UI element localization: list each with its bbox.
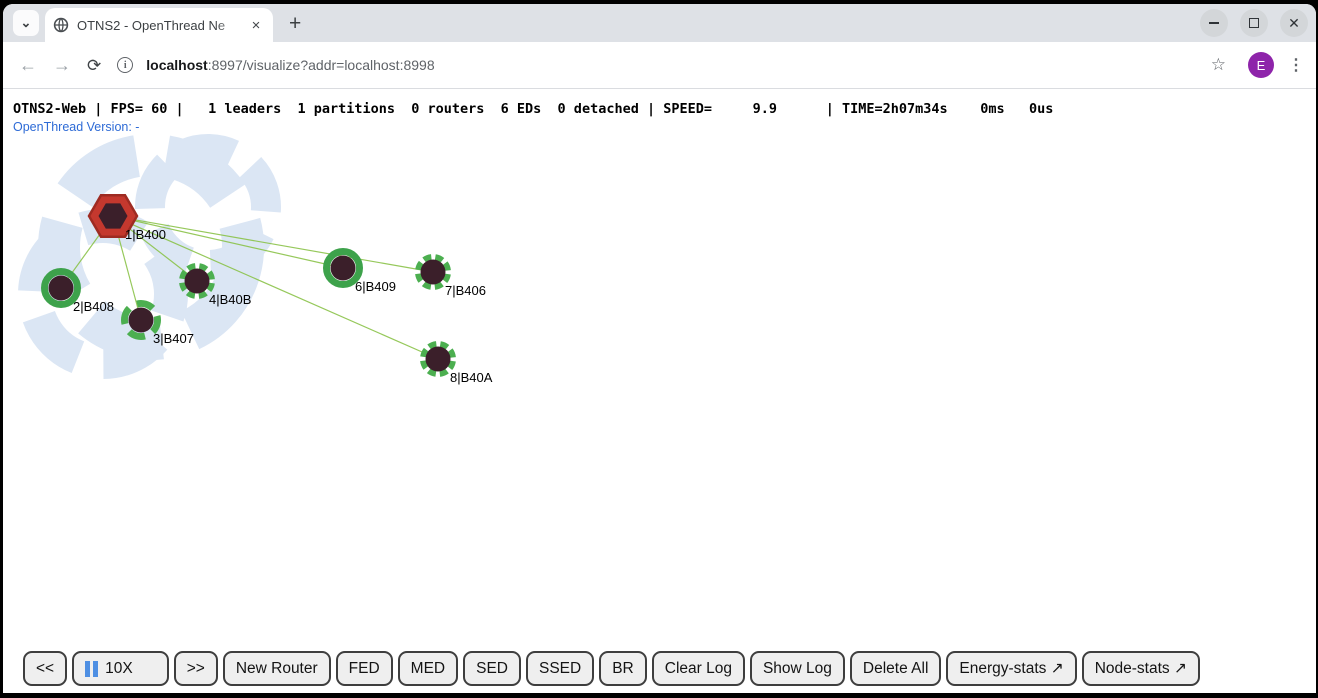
- speed-down-button[interactable]: <<: [23, 651, 67, 686]
- new-tab-button[interactable]: +: [289, 13, 301, 34]
- show-log-button[interactable]: Show Log: [750, 651, 845, 686]
- window-controls: ✕: [1200, 9, 1308, 37]
- energy-stats-button[interactable]: Energy-stats ↗: [946, 651, 1076, 686]
- url-path: :8997/visualize?addr=localhost:8998: [208, 57, 435, 73]
- ssed-button[interactable]: SSED: [526, 651, 594, 686]
- reload-button[interactable]: ⟳: [87, 57, 101, 74]
- node-core: [49, 276, 74, 301]
- med-button[interactable]: MED: [398, 651, 458, 686]
- page-info-icon[interactable]: i: [117, 57, 133, 73]
- forward-button[interactable]: →: [53, 56, 71, 74]
- maximize-button[interactable]: [1240, 9, 1268, 37]
- url-host: localhost: [146, 57, 207, 73]
- node-core: [421, 260, 446, 285]
- node-label: 8|B40A: [450, 370, 493, 385]
- page-content: 1|B400 2|B408 3|B407 4|B40B 6|B409 7|B406 8|B4…: [3, 89, 1316, 693]
- node-label: 3|B407: [153, 331, 194, 346]
- node-core: [129, 308, 154, 333]
- speed-pause-button[interactable]: 10X: [72, 651, 169, 686]
- close-button[interactable]: ✕: [1280, 9, 1308, 37]
- network-canvas[interactable]: 1|B400 2|B408 3|B407 4|B40B 6|B409 7|B406 8|B4…: [3, 89, 1316, 693]
- openthread-version-link[interactable]: OpenThread Version: -: [13, 120, 139, 134]
- new-router-button[interactable]: New Router: [223, 651, 331, 686]
- pause-icon: [85, 661, 98, 677]
- tab-strip: ⌄ OTNS2 - OpenThread Ne × + ✕: [3, 4, 1316, 42]
- speed-up-button[interactable]: >>: [174, 651, 218, 686]
- tab-title-fade: [215, 12, 245, 38]
- node-core: [185, 269, 210, 294]
- tab-otns2[interactable]: OTNS2 - OpenThread Ne ×: [45, 8, 273, 42]
- bookmark-star-icon[interactable]: ☆: [1211, 55, 1226, 75]
- delete-all-button[interactable]: Delete All: [850, 651, 941, 686]
- node-label: 6|B409: [355, 279, 396, 294]
- minimize-icon: [1209, 22, 1219, 24]
- network-node[interactable]: 6|B409: [327, 252, 396, 295]
- fed-button[interactable]: FED: [336, 651, 393, 686]
- clear-log-button[interactable]: Clear Log: [652, 651, 745, 686]
- minimize-button[interactable]: [1200, 9, 1228, 37]
- browser-menu-icon[interactable]: ⋮: [1288, 55, 1304, 75]
- back-button[interactable]: ←: [19, 56, 37, 74]
- network-node[interactable]: 7|B406: [416, 255, 486, 298]
- globe-icon: [53, 17, 69, 33]
- close-icon: ✕: [1288, 15, 1300, 32]
- br-button[interactable]: BR: [599, 651, 647, 686]
- node-core: [426, 347, 451, 372]
- node-label: 7|B406: [445, 283, 486, 298]
- maximize-icon: [1249, 18, 1259, 28]
- desktop-background: ⌄ OTNS2 - OpenThread Ne × + ✕ ← →: [0, 0, 1318, 698]
- control-toolbar: << 10X >> New Router FED MED SED SSED BR…: [23, 651, 1200, 686]
- network-node[interactable]: 8|B40A: [421, 342, 493, 385]
- node-label: 4|B40B: [209, 292, 251, 307]
- chevron-down-icon: ⌄: [21, 15, 32, 31]
- address-bar[interactable]: i localhost:8997/visualize?addr=localhos…: [117, 57, 1211, 73]
- node-stats-button[interactable]: Node-stats ↗: [1082, 651, 1200, 686]
- tab-search-button[interactable]: ⌄: [13, 10, 39, 36]
- otns-watermark: [10, 125, 290, 387]
- node-label: 2|B408: [73, 299, 114, 314]
- tab-close-icon[interactable]: ×: [247, 17, 265, 34]
- node-label: 1|B400: [125, 227, 166, 242]
- node-core: [331, 256, 356, 281]
- profile-avatar[interactable]: E: [1248, 52, 1274, 78]
- url-text[interactable]: localhost:8997/visualize?addr=localhost:…: [146, 57, 434, 73]
- sed-button[interactable]: SED: [463, 651, 521, 686]
- navigation-bar: ← → ⟳ i localhost:8997/visualize?addr=lo…: [3, 42, 1316, 89]
- browser-window: ⌄ OTNS2 - OpenThread Ne × + ✕ ← →: [3, 4, 1316, 693]
- status-bar: OTNS2-Web | FPS= 60 | 1 leaders 1 partit…: [13, 101, 1053, 117]
